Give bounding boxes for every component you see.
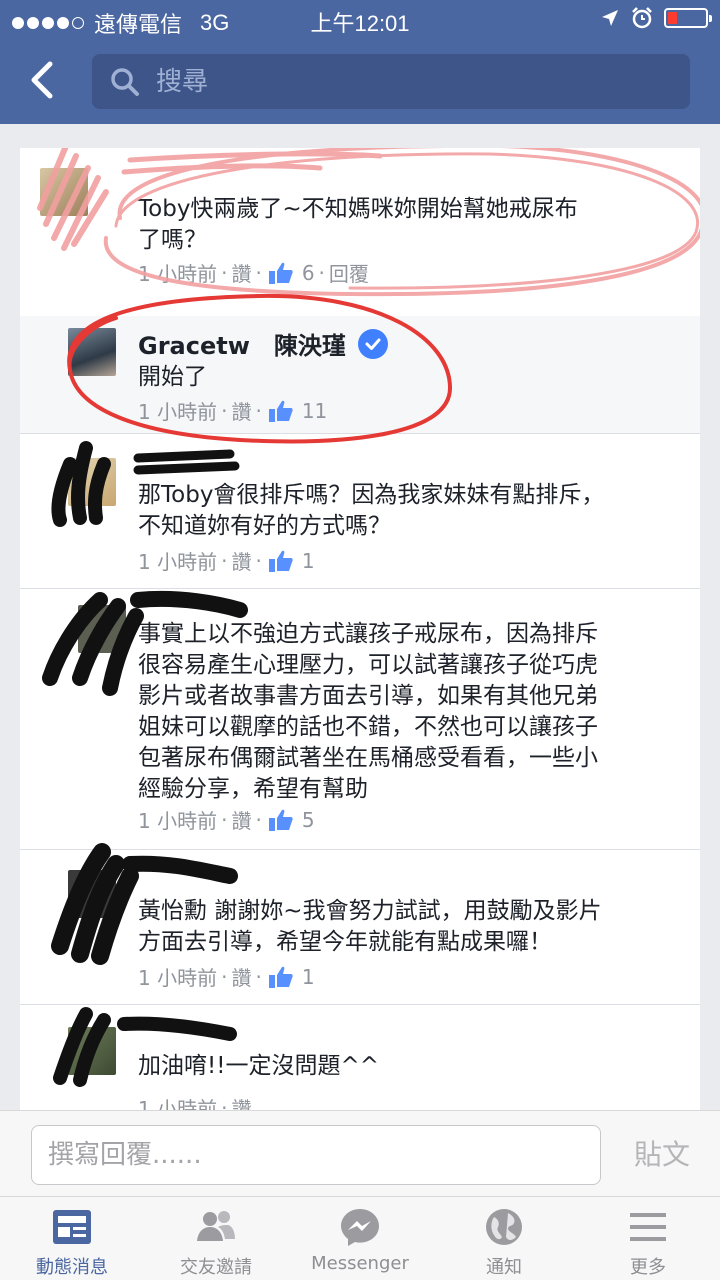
like-link[interactable]: 讚 [231,546,251,575]
comment-item: 加油唷!!一定沒問題^^ 1 小時前 · 讚 [20,1005,700,1110]
tab-messenger[interactable]: Messenger [288,1197,432,1280]
comment-item: 事實上以不強迫方式讓孩子戒尿布，因為排斥 很容易產生心理壓力，可以試著讓孩子從巧… [20,589,700,850]
battery-icon [664,8,712,28]
chevron-left-icon [31,61,53,99]
avatar[interactable] [68,870,116,918]
avatar[interactable] [68,1027,116,1075]
comment-thread: Toby快兩歲了~不知媽咪妳開始幫她戒尿布 了嗎？ 1 小時前 · 讚 · 6 … [20,148,700,1110]
reply-link[interactable]: 回覆 [329,258,369,287]
bottom-tab-bar: 動態消息 交友邀請 Messenger 通知 更多 [0,1196,720,1280]
thumbs-up-icon [268,809,293,831]
comment-item: 那Toby會很排斥嗎？因為我家妹妹有點排斥， 不知道妳有好的方式嗎？ 1 小時前… [20,434,700,589]
thumbs-up-icon [268,550,293,572]
comment-time: 1 小時前 [138,966,218,990]
comment-time: 1 小時前 [138,1097,218,1110]
tab-more[interactable]: 更多 [576,1197,720,1280]
messenger-icon [341,1209,379,1246]
comment-author[interactable]: Gracetw 陳泱瑾 [138,326,388,361]
comment-meta: 1 小時前 · 讚 · 6 · 回覆 [138,258,369,287]
friend-requests-icon [197,1211,235,1241]
avatar[interactable] [78,605,126,653]
comment-time: 1 小時前 [138,550,218,574]
reply-input-box[interactable] [31,1125,601,1185]
comment-text: 加油唷!!一定沒問題^^ [138,1053,379,1079]
like-count: 11 [301,398,328,423]
comment-text: 開始了 [138,364,207,390]
comment-meta: 1 小時前 · 讚 [138,1093,251,1111]
comment-text: 事實上以不強迫方式讓孩子戒尿布，因為排斥 很容易產生心理壓力，可以試著讓孩子從巧… [138,621,598,802]
comment-meta: 1 小時前 · 讚 · 1 [138,546,315,575]
comment-meta: 1 小時前 · 讚 · 5 [138,805,315,834]
verified-badge-icon [357,328,388,359]
tab-label: 交友邀請 [180,1257,252,1278]
search-bar[interactable] [92,54,690,109]
comment-time: 1 小時前 [138,809,218,833]
comment-item: Gracetw 陳泱瑾 開始了 1 小時前 · 讚 · 11 [20,316,700,434]
like-count: 1 [301,964,315,989]
like-count: 6 [301,260,315,285]
search-icon [111,68,139,96]
thumbs-up-icon [268,262,293,284]
post-button[interactable]: 貼文 [634,1133,690,1173]
comment-meta: 1 小時前 · 讚 · 11 [138,396,327,425]
alarm-clock-icon [632,7,652,29]
thumbs-up-icon [268,966,293,988]
globe-notifications-icon [486,1209,522,1245]
tab-label: Messenger [311,1253,409,1274]
comment-time: 1 小時前 [138,262,218,286]
like-count: 1 [301,548,315,573]
search-input[interactable] [156,64,656,100]
comment-text: 那Toby會很排斥嗎？因為我家妹妹有點排斥， 不知道妳有好的方式嗎？ [138,482,605,539]
tab-label: 通知 [486,1257,522,1278]
tab-news-feed[interactable]: 動態消息 [0,1197,144,1280]
avatar[interactable] [68,458,116,506]
thumbs-up-icon [268,400,293,422]
comment-time: 1 小時前 [138,400,218,424]
like-link[interactable]: 讚 [231,805,251,834]
tab-label: 動態消息 [36,1257,108,1278]
back-button[interactable] [22,58,62,102]
comment-text: Toby快兩歲了~不知媽咪妳開始幫她戒尿布 了嗎？ [138,196,578,253]
top-nav-bar [0,40,720,124]
avatar[interactable] [40,168,88,216]
news-feed-icon [53,1210,91,1244]
like-link[interactable]: 讚 [231,258,251,287]
avatar[interactable] [68,328,116,376]
like-link[interactable]: 讚 [231,962,251,991]
like-link[interactable]: 讚 [231,396,251,425]
comment-item: Toby快兩歲了~不知媽咪妳開始幫她戒尿布 了嗎？ 1 小時前 · 讚 · 6 … [20,148,700,316]
reply-composer: 貼文 [0,1110,720,1196]
location-arrow-icon [602,10,618,26]
tab-label: 更多 [630,1257,666,1278]
reply-input[interactable] [48,1138,588,1172]
tab-notifications[interactable]: 通知 [432,1197,576,1280]
comment-text: 黃怡勳 謝謝妳~我會努力試試，用鼓勵及影片 方面去引導，希望今年就能有點成果囉！ [138,898,602,955]
menu-icon [630,1213,666,1241]
comment-meta: 1 小時前 · 讚 · 1 [138,962,315,991]
like-link[interactable]: 讚 [231,1093,251,1110]
comment-item: 黃怡勳 謝謝妳~我會努力試試，用鼓勵及影片 方面去引導，希望今年就能有點成果囉！… [20,850,700,1005]
like-count: 5 [301,807,315,832]
tab-friend-requests[interactable]: 交友邀請 [144,1197,288,1280]
status-bar: 遠傳電信 3G 上午12:01 [0,0,720,40]
